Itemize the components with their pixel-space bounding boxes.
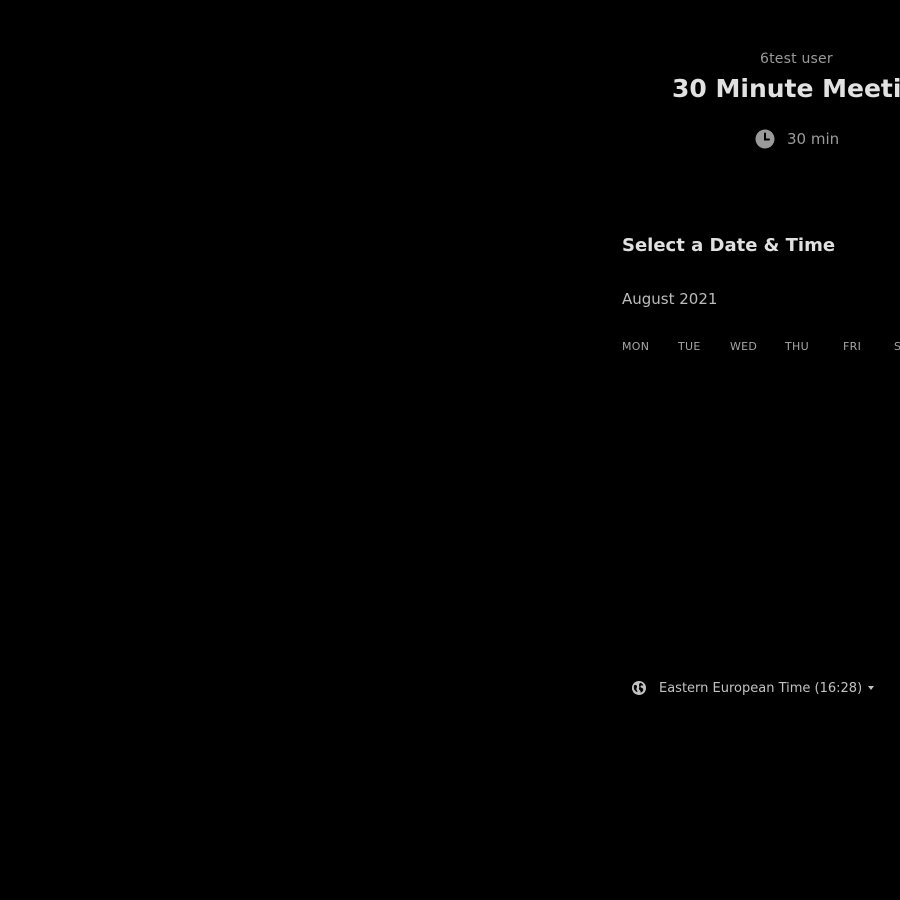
scheduling-page: 6test user 30 Minute Meetin 30 min Selec… [0, 0, 900, 900]
weekday-fri: FRI [843, 340, 862, 353]
caret-down-icon [868, 686, 875, 690]
weekday-wed: WED [730, 340, 758, 353]
timezone-selector[interactable]: Eastern European Time (16:28) [631, 678, 875, 698]
timezone-label: Eastern European Time (16:28) [659, 680, 863, 696]
select-date-time-heading: Select a Date & Time [622, 235, 836, 256]
clock-icon [755, 129, 775, 149]
weekday-mon: MON [622, 340, 650, 353]
duration-label: 30 min [787, 130, 840, 148]
weekday-thu: THU [785, 340, 809, 353]
weekday-sat: S [894, 340, 900, 353]
calendar-month-label: August 2021 [622, 290, 718, 308]
event-duration: 30 min [755, 128, 839, 150]
weekday-tue: TUE [678, 340, 701, 353]
event-title: 30 Minute Meetin [672, 74, 900, 103]
globe-icon [631, 680, 647, 696]
host-name: 6test user [760, 51, 833, 67]
